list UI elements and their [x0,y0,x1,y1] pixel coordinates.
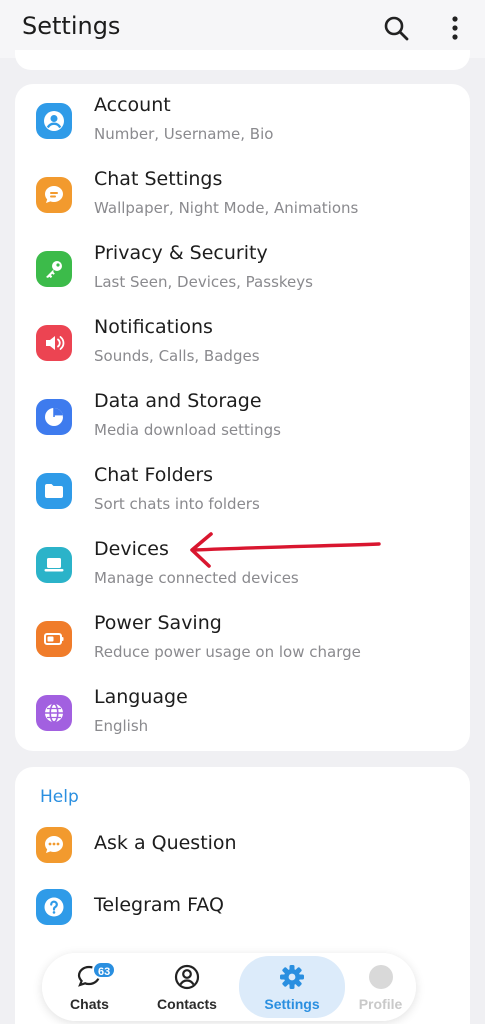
settings-item-subtitle: Last Seen, Devices, Passkeys [94,273,313,291]
profile-avatar-icon [368,965,393,989]
help-item-label: Telegram FAQ [94,894,224,916]
tab-label: Contacts [157,996,217,1012]
help-item-ask-question[interactable]: Ask a Question [15,814,470,876]
settings-item-subtitle: Media download settings [94,421,281,439]
settings-item-label: Privacy & Security [94,242,268,264]
question-chat-icon [36,827,72,863]
settings-item-label: Power Saving [94,612,222,634]
settings-item-privacy-security[interactable]: Privacy & Security Last Seen, Devices, P… [15,232,470,306]
tab-contacts[interactable]: Contacts [137,956,237,1018]
gear-icon [280,965,304,989]
settings-item-label: Chat Folders [94,464,214,486]
settings-item-language[interactable]: Language English [15,676,470,750]
settings-item-label: Language [94,686,188,708]
laptop-icon [36,547,72,583]
folder-icon [36,473,72,509]
settings-item-label: Notifications [94,316,213,338]
settings-item-subtitle: Wallpaper, Night Mode, Animations [94,199,359,217]
more-vertical-icon[interactable] [446,14,464,42]
settings-item-subtitle: Sort chats into folders [94,495,260,513]
bottom-navigation: 63 Chats Contacts Settings Profile [42,953,416,1021]
settings-item-account[interactable]: Account Number, Username, Bio [15,84,470,158]
settings-item-subtitle: Sounds, Calls, Badges [94,347,260,365]
pie-chart-icon [36,399,72,435]
tab-chats[interactable]: 63 Chats [42,956,137,1018]
tab-settings[interactable]: Settings [239,956,345,1018]
speaker-icon [36,325,72,361]
settings-item-label: Chat Settings [94,168,223,190]
tab-label: Settings [264,996,320,1012]
page-title: Settings [22,12,121,40]
help-item-faq[interactable]: Telegram FAQ [15,876,470,938]
settings-item-chat-folders[interactable]: Chat Folders Sort chats into folders [15,454,470,528]
settings-item-label: Devices [94,538,169,560]
battery-icon [36,621,72,657]
globe-icon [36,695,72,731]
settings-item-chat-settings[interactable]: Chat Settings Wallpaper, Night Mode, Ani… [15,158,470,232]
annotation-arrow [190,532,381,568]
settings-item-label: Account [94,94,171,116]
key-icon [36,251,72,287]
section-title: Help [40,787,79,807]
settings-item-subtitle: Reduce power usage on low charge [94,643,361,661]
search-icon[interactable] [382,14,410,42]
settings-item-power-saving[interactable]: Power Saving Reduce power usage on low c… [15,602,470,676]
profile-card-edge [15,50,470,70]
person-icon [36,103,72,139]
settings-list: Account Number, Username, Bio Chat Setti… [15,84,470,751]
help-item-label: Ask a Question [94,832,237,854]
tab-label: Profile [358,996,403,1012]
tab-profile[interactable]: Profile [345,956,416,1018]
settings-item-notifications[interactable]: Notifications Sounds, Calls, Badges [15,306,470,380]
settings-item-label: Data and Storage [94,390,262,412]
chat-bubble-icon [36,177,72,213]
tab-label: Chats [70,996,109,1012]
settings-item-subtitle: English [94,717,149,735]
question-icon [36,889,72,925]
settings-item-data-storage[interactable]: Data and Storage Media download settings [15,380,470,454]
settings-item-subtitle: Number, Username, Bio [94,125,274,143]
contacts-icon [174,964,200,990]
unread-badge: 63 [92,961,117,979]
